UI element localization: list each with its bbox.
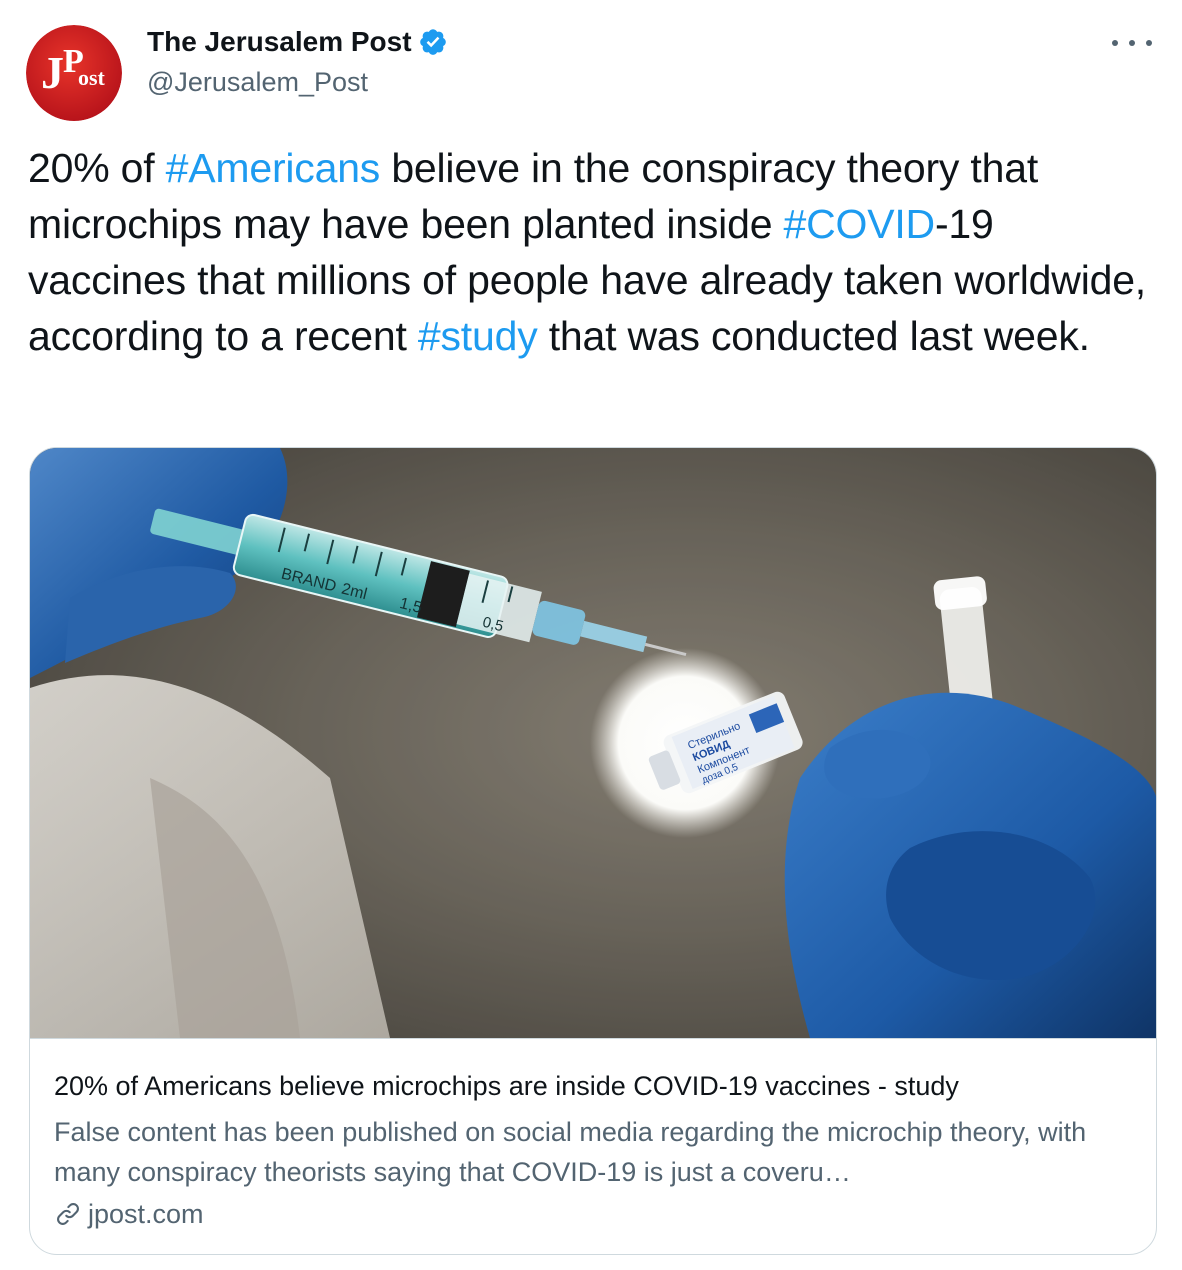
card-domain-text[interactable]: jpost.com bbox=[88, 1196, 204, 1232]
tweet-text: 20% of #Americans believe in the conspir… bbox=[28, 140, 1158, 364]
card-domain[interactable]: jpost.com bbox=[54, 1196, 204, 1232]
more-options-button[interactable] bbox=[1112, 28, 1152, 58]
card-divider bbox=[30, 1038, 1156, 1039]
card-image[interactable]: BRAND 2ml 1,5 0,5 Стерильно КОВИД Компон… bbox=[30, 448, 1156, 1038]
tweet[interactable]: J P ost The Jerusalem Post @Jerusalem_Po… bbox=[0, 0, 1182, 1270]
more-horizontal-icon bbox=[1112, 40, 1118, 46]
jpost-logo: J P ost bbox=[26, 25, 122, 121]
author-avatar[interactable]: J P ost bbox=[26, 25, 122, 121]
svg-text:J: J bbox=[41, 47, 64, 98]
card-title[interactable]: 20% of Americans believe microchips are … bbox=[54, 1068, 1134, 1104]
author-handle[interactable]: @Jerusalem_Post bbox=[147, 64, 368, 100]
vaccine-syringe-photo: BRAND 2ml 1,5 0,5 Стерильно КОВИД Компон… bbox=[30, 448, 1156, 1038]
hashtag-covid[interactable]: #COVID bbox=[784, 201, 936, 247]
link-preview-card[interactable]: BRAND 2ml 1,5 0,5 Стерильно КОВИД Компон… bbox=[29, 447, 1157, 1255]
tweet-text-segment: that was conducted last week. bbox=[537, 313, 1090, 359]
svg-text:ost: ost bbox=[78, 65, 106, 90]
verified-badge-icon bbox=[418, 27, 448, 57]
more-dot bbox=[1146, 40, 1152, 46]
tweet-text-segment: 20% of bbox=[28, 145, 166, 191]
card-description: False content has been published on soci… bbox=[54, 1117, 1087, 1187]
author-name-row[interactable]: The Jerusalem Post bbox=[147, 24, 448, 60]
link-icon bbox=[54, 1200, 82, 1228]
author-display-name[interactable]: The Jerusalem Post bbox=[147, 24, 412, 60]
more-dot bbox=[1129, 40, 1135, 46]
hashtag-study[interactable]: #study bbox=[418, 313, 538, 359]
hashtag-americans[interactable]: #Americans bbox=[166, 145, 381, 191]
